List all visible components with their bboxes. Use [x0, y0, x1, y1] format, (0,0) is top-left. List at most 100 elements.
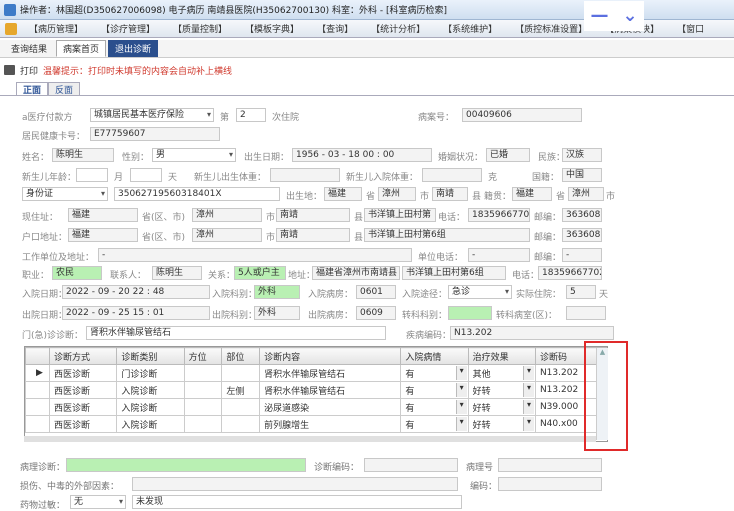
contact-phone-field[interactable]: 18359667702 — [538, 266, 602, 280]
name-field[interactable]: 陈明生 — [52, 148, 114, 162]
health-card-field[interactable]: E77759607 — [90, 127, 220, 141]
job-field[interactable]: 农民 — [52, 266, 102, 280]
minimize-icon[interactable]: — — [590, 7, 608, 25]
er-diagnosis-field[interactable]: 肾积水伴输尿管结石 — [86, 326, 386, 340]
pay-method-select[interactable]: 城镇居民基本医疗保险 — [90, 108, 214, 122]
menu-item-quality[interactable]: 【质量控制】 — [164, 22, 236, 35]
cell-effect-select[interactable]: 好转 — [467, 381, 536, 399]
phone-field[interactable]: 18359667702 — [468, 208, 530, 222]
cell-position[interactable] — [183, 364, 223, 382]
work-phone-field[interactable]: - — [468, 248, 530, 262]
tab-exit-diagnosis[interactable]: 退出诊断 — [108, 40, 159, 57]
cell-part[interactable] — [221, 415, 261, 433]
cell-mode[interactable]: 西医诊断 — [48, 398, 118, 416]
id-number-field[interactable]: 350627195603184​01X — [114, 187, 280, 201]
col-diag-content[interactable]: 诊断内容 — [259, 347, 402, 365]
work-unit-field[interactable]: - — [98, 248, 412, 262]
sex-select[interactable]: 男 — [152, 148, 236, 162]
cell-condition-select[interactable]: 有 — [400, 364, 469, 382]
menu-item-qc-standard[interactable]: 【质控标准设置】 — [506, 22, 596, 35]
table-row[interactable]: 西医诊断 入院诊断 泌尿道感染 有 好转 N39.000 — [25, 398, 608, 416]
address-province-field[interactable]: 福建 — [68, 208, 138, 222]
diagnosis-code-field[interactable] — [364, 458, 458, 472]
admit-way-select[interactable]: 急诊 — [448, 285, 512, 299]
cell-category[interactable]: 门诊诊断 — [116, 364, 185, 382]
hukou-postcode-field[interactable]: 363608 — [562, 228, 602, 242]
discharge-date-field[interactable]: 2022 - 09 - 25 15 : 01 — [62, 306, 210, 320]
table-row[interactable]: 西医诊断 入院诊断 前列腺增生 有 好转 N40.x00 — [25, 415, 608, 433]
cell-category[interactable]: 入院诊断 — [116, 381, 185, 399]
menu-item-template[interactable]: 【模板字典】 — [236, 22, 308, 35]
col-part[interactable]: 部位 — [221, 347, 261, 365]
newborn-in-weight-field[interactable] — [422, 168, 482, 182]
hukou-county-field[interactable]: 南靖 — [276, 228, 350, 242]
cell-effect-select[interactable]: 好转 — [467, 398, 536, 416]
menu-item-window[interactable]: 【窗口 — [668, 22, 713, 35]
allergy-text-field[interactable]: 未发现 — [132, 495, 462, 509]
code-field[interactable] — [498, 477, 602, 491]
col-position[interactable]: 方位 — [183, 347, 223, 365]
relation-field[interactable]: 5人或户主 — [234, 266, 286, 280]
grid-horizontal-scrollbar[interactable] — [24, 436, 596, 442]
col-admit-condition[interactable]: 入院病情 — [400, 347, 469, 365]
birthplace-province-field[interactable]: 福建 — [324, 187, 362, 201]
tab-case-front-page[interactable]: 病案首页 — [56, 40, 107, 57]
postcode-field[interactable]: 363608 — [562, 208, 602, 222]
case-number-field[interactable]: 00409606 — [462, 108, 582, 122]
cell-condition-select[interactable]: 有 — [400, 381, 469, 399]
allergy-select[interactable]: 无 — [70, 495, 126, 509]
col-diag-category[interactable]: 诊断类别 — [116, 347, 185, 365]
menu-item-record[interactable]: 【病历管理】 — [20, 22, 92, 35]
newborn-weight-field[interactable] — [270, 168, 340, 182]
address-detail-field[interactable]: 书洋镇上田村第 — [364, 208, 436, 222]
cell-mode[interactable]: 西医诊断 — [48, 381, 118, 399]
admit-dept-field[interactable]: 外科 — [254, 285, 300, 299]
contact-address-field[interactable]: 福建省漳州市南靖县 — [312, 266, 400, 280]
contact-field[interactable]: 陈明生 — [152, 266, 202, 280]
birth-field[interactable]: 1956 - 03 - 18 00 : 00 — [292, 148, 432, 162]
chevron-down-icon[interactable]: ⌄ — [622, 7, 637, 25]
newborn-month-field[interactable] — [76, 168, 108, 182]
cell-condition-select[interactable]: 有 — [400, 415, 469, 433]
cell-position[interactable] — [183, 398, 223, 416]
cell-mode[interactable]: 西医诊断 — [48, 415, 118, 433]
print-button[interactable]: 打印 — [20, 64, 38, 77]
injury-cause-field[interactable] — [132, 477, 458, 491]
address-county-field[interactable]: 南靖 — [276, 208, 350, 222]
work-postcode-field[interactable]: - — [562, 248, 602, 262]
cell-effect-select[interactable]: 好转 — [467, 415, 536, 433]
admission-count-field[interactable]: 2 — [236, 108, 266, 122]
native-city-field[interactable]: 漳州 — [568, 187, 604, 201]
cell-content[interactable]: 前列腺增生 — [259, 415, 402, 433]
cell-condition-select[interactable]: 有 — [400, 398, 469, 416]
disease-code-field[interactable]: N13.202 — [450, 326, 614, 340]
discharge-room-field[interactable]: 0609 — [356, 306, 396, 320]
table-row[interactable]: ▶ 西医诊断 门诊诊断 肾积水伴输尿管结石 有 其他 N13.202 — [25, 364, 608, 382]
id-type-select[interactable]: 身份证 — [22, 187, 108, 201]
contact-address-detail-field[interactable]: 书洋镇上田村第6组 — [402, 266, 506, 280]
cell-mode[interactable]: 西医诊断 — [48, 364, 118, 382]
table-row[interactable]: 西医诊断 入院诊断 左侧 肾积水伴输尿管结石 有 好转 N13.202 — [25, 381, 608, 399]
cell-position[interactable] — [183, 415, 223, 433]
cell-content[interactable]: 肾积水伴输尿管结石 — [259, 381, 402, 399]
hukou-province-field[interactable]: 福建 — [68, 228, 138, 242]
cell-content[interactable]: 泌尿道感染 — [259, 398, 402, 416]
tab-front[interactable]: 正面 — [16, 82, 49, 96]
cell-position[interactable] — [183, 381, 223, 399]
pathology-field[interactable] — [66, 458, 306, 472]
tab-query-results[interactable]: 查询结果 — [4, 40, 54, 57]
cell-part[interactable] — [221, 364, 261, 382]
col-treatment-effect[interactable]: 治疗效果 — [467, 347, 536, 365]
transfer-dept-field[interactable] — [448, 306, 492, 320]
menu-item-system[interactable]: 【系统维护】 — [434, 22, 506, 35]
native-province-field[interactable]: 福建 — [512, 187, 552, 201]
cell-effect-select[interactable]: 其他 — [467, 364, 536, 382]
pathology-number-field[interactable] — [498, 458, 602, 472]
newborn-day-field[interactable] — [130, 168, 162, 182]
cell-part[interactable] — [221, 398, 261, 416]
cell-part[interactable]: 左侧 — [221, 381, 261, 399]
menu-item-query[interactable]: 【查询】 — [308, 22, 362, 35]
cell-content[interactable]: 肾积水伴输尿管结石 — [259, 364, 402, 382]
col-diag-mode[interactable]: 诊断方式 — [48, 347, 118, 365]
hukou-detail-field[interactable]: 书洋镇上田村第6组 — [364, 228, 530, 242]
